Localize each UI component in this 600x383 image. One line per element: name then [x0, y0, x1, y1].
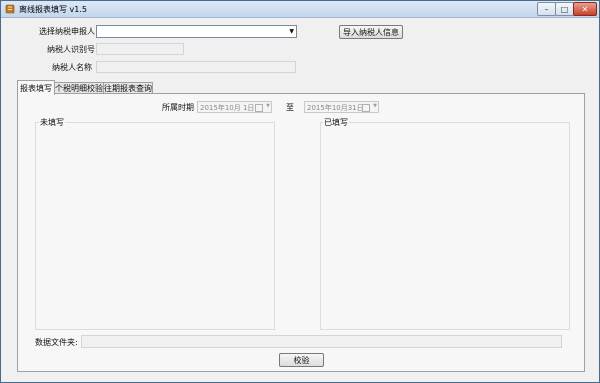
- filled-list-label: 已填写: [323, 117, 349, 128]
- chevron-down-icon: ▼: [266, 103, 270, 109]
- tab-report-fill[interactable]: 报表填写: [17, 80, 55, 95]
- chevron-down-icon: ▼: [289, 28, 294, 35]
- taxpayer-id-field[interactable]: [96, 43, 184, 55]
- chevron-down-icon: ▼: [373, 103, 377, 109]
- import-taxpayer-button[interactable]: 导入纳税人信息: [339, 25, 403, 39]
- minimize-button[interactable]: –: [537, 2, 556, 16]
- title-bar: 离线报表填写 v1.5 – □ ✕: [1, 1, 599, 18]
- taxpayer-select[interactable]: ▼: [96, 25, 297, 38]
- taxpayer-id-label: 纳税人识别号: [47, 45, 95, 54]
- taxpayer-name-label: 纳税人名称: [52, 63, 92, 72]
- maximize-button[interactable]: □: [555, 2, 574, 16]
- verify-button[interactable]: 校验: [279, 353, 324, 367]
- unfilled-list[interactable]: [35, 122, 275, 330]
- data-folder-label: 数据文件夹:: [35, 338, 78, 347]
- unfilled-list-label: 未填写: [39, 117, 65, 128]
- app-icon: [5, 4, 15, 14]
- period-from-picker[interactable]: 2015年10月 1日 ▼: [197, 101, 272, 113]
- period-to-value: 2015年10月31日: [307, 104, 364, 112]
- calendar-icon: [255, 104, 263, 112]
- minimize-icon: –: [544, 4, 549, 14]
- tab-panel: 所属时期 2015年10月 1日 ▼ 至 2015年10月31日 ▼ 未填写 已…: [17, 93, 585, 372]
- period-label: 所属时期: [162, 103, 194, 112]
- window-title: 离线报表填写 v1.5: [19, 5, 87, 14]
- taxpayer-name-field[interactable]: [96, 61, 296, 73]
- main-window: 离线报表填写 v1.5 – □ ✕ 选择纳税申报人 ▼ 导入纳税人信息 纳税人识…: [0, 0, 600, 383]
- close-button[interactable]: ✕: [573, 2, 597, 16]
- taxpayer-select-label: 选择纳税申报人: [39, 27, 95, 36]
- close-icon: ✕: [581, 4, 589, 14]
- filled-list[interactable]: [320, 122, 570, 330]
- calendar-icon: [362, 104, 370, 112]
- maximize-icon: □: [560, 4, 569, 14]
- period-to-label: 至: [286, 103, 294, 112]
- data-folder-field[interactable]: [81, 335, 562, 348]
- period-to-picker[interactable]: 2015年10月31日 ▼: [304, 101, 379, 113]
- period-from-value: 2015年10月 1日: [200, 104, 255, 112]
